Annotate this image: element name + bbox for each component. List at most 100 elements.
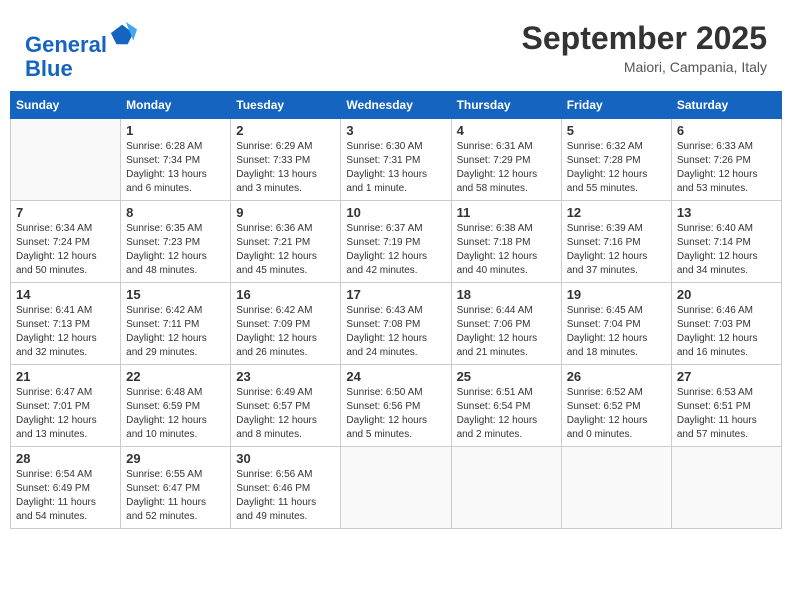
day-number: 22 (126, 369, 225, 384)
calendar-cell: 8 Sunrise: 6:35 AM Sunset: 7:23 PM Daylig… (121, 201, 231, 283)
day-info: Sunrise: 6:38 AM Sunset: 7:18 PM Dayligh… (457, 222, 556, 278)
day-info: Sunrise: 6:28 AM Sunset: 7:34 PM Dayligh… (126, 140, 225, 196)
calendar-cell: 13 Sunrise: 6:40 AM Sunset: 7:14 PM Dayli… (671, 201, 781, 283)
day-info: Sunrise: 6:40 AM Sunset: 7:14 PM Dayligh… (677, 222, 776, 278)
day-info: Sunrise: 6:52 AM Sunset: 6:52 PM Dayligh… (567, 386, 666, 442)
calendar-cell: 26 Sunrise: 6:52 AM Sunset: 6:52 PM Dayli… (561, 365, 671, 447)
day-info: Sunrise: 6:56 AM Sunset: 6:46 PM Dayligh… (236, 468, 335, 524)
calendar-cell: 30 Sunrise: 6:56 AM Sunset: 6:46 PM Dayli… (231, 447, 341, 529)
calendar-cell: 19Sunrise: 6:45 AM Sunset: 7:04 PM Dayli… (561, 283, 671, 365)
day-number: 10 (346, 205, 445, 220)
calendar-cell: 1 Sunrise: 6:28 AM Sunset: 7:34 PM Daylig… (121, 119, 231, 201)
day-number: 5 (567, 123, 666, 138)
subtitle: Maiori, Campania, Italy (522, 59, 767, 75)
calendar-table: SundayMondayTuesdayWednesdayThursdayFrid… (10, 91, 782, 529)
calendar-cell: 17Sunrise: 6:43 AM Sunset: 7:08 PM Dayli… (341, 283, 451, 365)
logo-line1: General (25, 32, 107, 57)
calendar-cell: 23Sunrise: 6:49 AM Sunset: 6:57 PM Dayli… (231, 365, 341, 447)
day-info: Sunrise: 6:37 AM Sunset: 7:19 PM Dayligh… (346, 222, 445, 278)
month-title: September 2025 (522, 20, 767, 57)
calendar-cell: 29Sunrise: 6:55 AM Sunset: 6:47 PM Dayli… (121, 447, 231, 529)
calendar-cell (561, 447, 671, 529)
day-number: 20 (677, 287, 776, 302)
day-info: Sunrise: 6:39 AM Sunset: 7:16 PM Dayligh… (567, 222, 666, 278)
day-number: 28 (16, 451, 115, 466)
day-info: Sunrise: 6:42 AM Sunset: 7:09 PM Dayligh… (236, 304, 335, 360)
calendar-week-2: 7Sunrise: 6:34 AM Sunset: 7:24 PM Daylig… (11, 201, 782, 283)
day-info: Sunrise: 6:29 AM Sunset: 7:33 PM Dayligh… (236, 140, 335, 196)
day-header-thursday: Thursday (451, 92, 561, 119)
calendar-cell: 24 Sunrise: 6:50 AM Sunset: 6:56 PM Dayli… (341, 365, 451, 447)
day-number: 6 (677, 123, 776, 138)
day-number: 13 (677, 205, 776, 220)
calendar-cell (451, 447, 561, 529)
day-header-tuesday: Tuesday (231, 92, 341, 119)
calendar-cell: 9 Sunrise: 6:36 AM Sunset: 7:21 PM Daylig… (231, 201, 341, 283)
calendar-cell: 6 Sunrise: 6:33 AM Sunset: 7:26 PM Daylig… (671, 119, 781, 201)
day-number: 14 (16, 287, 115, 302)
calendar-cell: 5 Sunrise: 6:32 AM Sunset: 7:28 PM Daylig… (561, 119, 671, 201)
day-info: Sunrise: 6:42 AM Sunset: 7:11 PM Dayligh… (126, 304, 225, 360)
calendar-week-1: 1 Sunrise: 6:28 AM Sunset: 7:34 PM Daylig… (11, 119, 782, 201)
day-info: Sunrise: 6:46 AM Sunset: 7:03 PM Dayligh… (677, 304, 776, 360)
day-number: 4 (457, 123, 556, 138)
day-info: Sunrise: 6:44 AM Sunset: 7:06 PM Dayligh… (457, 304, 556, 360)
calendar-cell: 22 Sunrise: 6:48 AM Sunset: 6:59 PM Dayli… (121, 365, 231, 447)
calendar-cell: 14 Sunrise: 6:41 AM Sunset: 7:13 PM Dayli… (11, 283, 121, 365)
logo-text: General Blue (25, 20, 137, 81)
calendar-week-5: 28Sunrise: 6:54 AM Sunset: 6:49 PM Dayli… (11, 447, 782, 529)
day-info: Sunrise: 6:43 AM Sunset: 7:08 PM Dayligh… (346, 304, 445, 360)
day-number: 25 (457, 369, 556, 384)
day-header-friday: Friday (561, 92, 671, 119)
calendar-cell: 16 Sunrise: 6:42 AM Sunset: 7:09 PM Dayli… (231, 283, 341, 365)
day-info: Sunrise: 6:50 AM Sunset: 6:56 PM Dayligh… (346, 386, 445, 442)
day-number: 1 (126, 123, 225, 138)
day-info: Sunrise: 6:48 AM Sunset: 6:59 PM Dayligh… (126, 386, 225, 442)
day-number: 30 (236, 451, 335, 466)
day-info: Sunrise: 6:35 AM Sunset: 7:23 PM Dayligh… (126, 222, 225, 278)
calendar-cell: 3Sunrise: 6:30 AM Sunset: 7:31 PM Daylig… (341, 119, 451, 201)
day-info: Sunrise: 6:36 AM Sunset: 7:21 PM Dayligh… (236, 222, 335, 278)
day-number: 26 (567, 369, 666, 384)
calendar-cell (341, 447, 451, 529)
day-info: Sunrise: 6:41 AM Sunset: 7:13 PM Dayligh… (16, 304, 115, 360)
calendar-cell (671, 447, 781, 529)
day-info: Sunrise: 6:45 AM Sunset: 7:04 PM Dayligh… (567, 304, 666, 360)
day-number: 2 (236, 123, 335, 138)
calendar-header-row: SundayMondayTuesdayWednesdayThursdayFrid… (11, 92, 782, 119)
calendar-cell: 15 Sunrise: 6:42 AM Sunset: 7:11 PM Dayli… (121, 283, 231, 365)
day-number: 11 (457, 205, 556, 220)
day-header-sunday: Sunday (11, 92, 121, 119)
day-header-saturday: Saturday (671, 92, 781, 119)
day-header-monday: Monday (121, 92, 231, 119)
day-info: Sunrise: 6:32 AM Sunset: 7:28 PM Dayligh… (567, 140, 666, 196)
calendar-cell: 11 Sunrise: 6:38 AM Sunset: 7:18 PM Dayli… (451, 201, 561, 283)
day-number: 12 (567, 205, 666, 220)
day-info: Sunrise: 6:47 AM Sunset: 7:01 PM Dayligh… (16, 386, 115, 442)
calendar-cell: 28Sunrise: 6:54 AM Sunset: 6:49 PM Dayli… (11, 447, 121, 529)
calendar-cell: 12 Sunrise: 6:39 AM Sunset: 7:16 PM Dayli… (561, 201, 671, 283)
day-number: 9 (236, 205, 335, 220)
day-number: 23 (236, 369, 335, 384)
day-info: Sunrise: 6:51 AM Sunset: 6:54 PM Dayligh… (457, 386, 556, 442)
calendar-week-4: 21Sunrise: 6:47 AM Sunset: 7:01 PM Dayli… (11, 365, 782, 447)
day-number: 16 (236, 287, 335, 302)
calendar-cell (11, 119, 121, 201)
calendar-cell: 21Sunrise: 6:47 AM Sunset: 7:01 PM Dayli… (11, 365, 121, 447)
calendar-cell: 2 Sunrise: 6:29 AM Sunset: 7:33 PM Daylig… (231, 119, 341, 201)
calendar-week-3: 14 Sunrise: 6:41 AM Sunset: 7:13 PM Dayli… (11, 283, 782, 365)
calendar-cell: 18Sunrise: 6:44 AM Sunset: 7:06 PM Dayli… (451, 283, 561, 365)
day-info: Sunrise: 6:53 AM Sunset: 6:51 PM Dayligh… (677, 386, 776, 442)
logo-icon (109, 20, 137, 48)
day-info: Sunrise: 6:34 AM Sunset: 7:24 PM Dayligh… (16, 222, 115, 278)
page-header: General Blue September 2025 Maiori, Camp… (10, 10, 782, 86)
day-number: 15 (126, 287, 225, 302)
day-number: 8 (126, 205, 225, 220)
day-number: 24 (346, 369, 445, 384)
day-header-wednesday: Wednesday (341, 92, 451, 119)
calendar-cell: 4Sunrise: 6:31 AM Sunset: 7:29 PM Daylig… (451, 119, 561, 201)
logo: General Blue (25, 20, 137, 81)
day-number: 3 (346, 123, 445, 138)
calendar-cell: 27Sunrise: 6:53 AM Sunset: 6:51 PM Dayli… (671, 365, 781, 447)
day-info: Sunrise: 6:33 AM Sunset: 7:26 PM Dayligh… (677, 140, 776, 196)
